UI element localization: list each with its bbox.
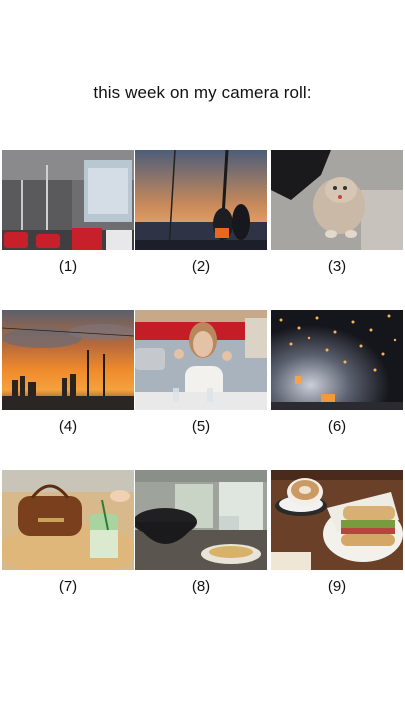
latte-sandwich-image bbox=[271, 470, 403, 570]
photo-cell-7[interactable]: (7) bbox=[2, 470, 134, 595]
photo-caption-4: (4) bbox=[58, 418, 78, 435]
photo-cell-8[interactable]: (8) bbox=[135, 470, 267, 595]
photo-cafe-table[interactable] bbox=[135, 470, 267, 570]
photo-latte-sandwich[interactable] bbox=[271, 470, 403, 570]
photo-sky-lanterns[interactable] bbox=[271, 310, 403, 410]
photo-bag-matcha[interactable] bbox=[2, 470, 134, 570]
photo-caption-8: (8) bbox=[191, 578, 211, 595]
photo-caption-2: (2) bbox=[191, 258, 211, 275]
photo-caption-1: (1) bbox=[58, 258, 78, 275]
photo-cell-3[interactable]: (3) bbox=[271, 150, 403, 275]
cafe-table-image bbox=[135, 470, 267, 570]
photo-city-sunset[interactable] bbox=[2, 310, 134, 410]
bus-interior-image bbox=[2, 150, 134, 250]
cat-image bbox=[271, 150, 403, 250]
cafe-woman-image bbox=[135, 310, 267, 410]
photo-cat[interactable] bbox=[271, 150, 403, 250]
sky-lanterns-image bbox=[271, 310, 403, 410]
bag-matcha-image bbox=[2, 470, 134, 570]
city-sunset-image bbox=[2, 310, 134, 410]
page-title: this week on my camera roll: bbox=[93, 83, 312, 102]
photo-cell-5[interactable]: (5) bbox=[135, 310, 267, 435]
photo-cell-6[interactable]: (6) bbox=[271, 310, 403, 435]
photo-cell-9[interactable]: (9) bbox=[271, 470, 403, 595]
photo-caption-5: (5) bbox=[191, 418, 211, 435]
photo-cell-2[interactable]: (2) bbox=[135, 150, 267, 275]
photo-cell-4[interactable]: (4) bbox=[2, 310, 134, 435]
boat-sunset-image bbox=[135, 150, 267, 250]
photo-cell-1[interactable]: (1) bbox=[2, 150, 134, 275]
photo-boat-sunset[interactable] bbox=[135, 150, 267, 250]
photo-caption-9: (9) bbox=[327, 578, 347, 595]
photo-caption-7: (7) bbox=[58, 578, 78, 595]
photo-cafe-woman[interactable] bbox=[135, 310, 267, 410]
photo-caption-3: (3) bbox=[327, 258, 347, 275]
photo-caption-6: (6) bbox=[327, 418, 347, 435]
photo-bus-interior[interactable] bbox=[2, 150, 134, 250]
